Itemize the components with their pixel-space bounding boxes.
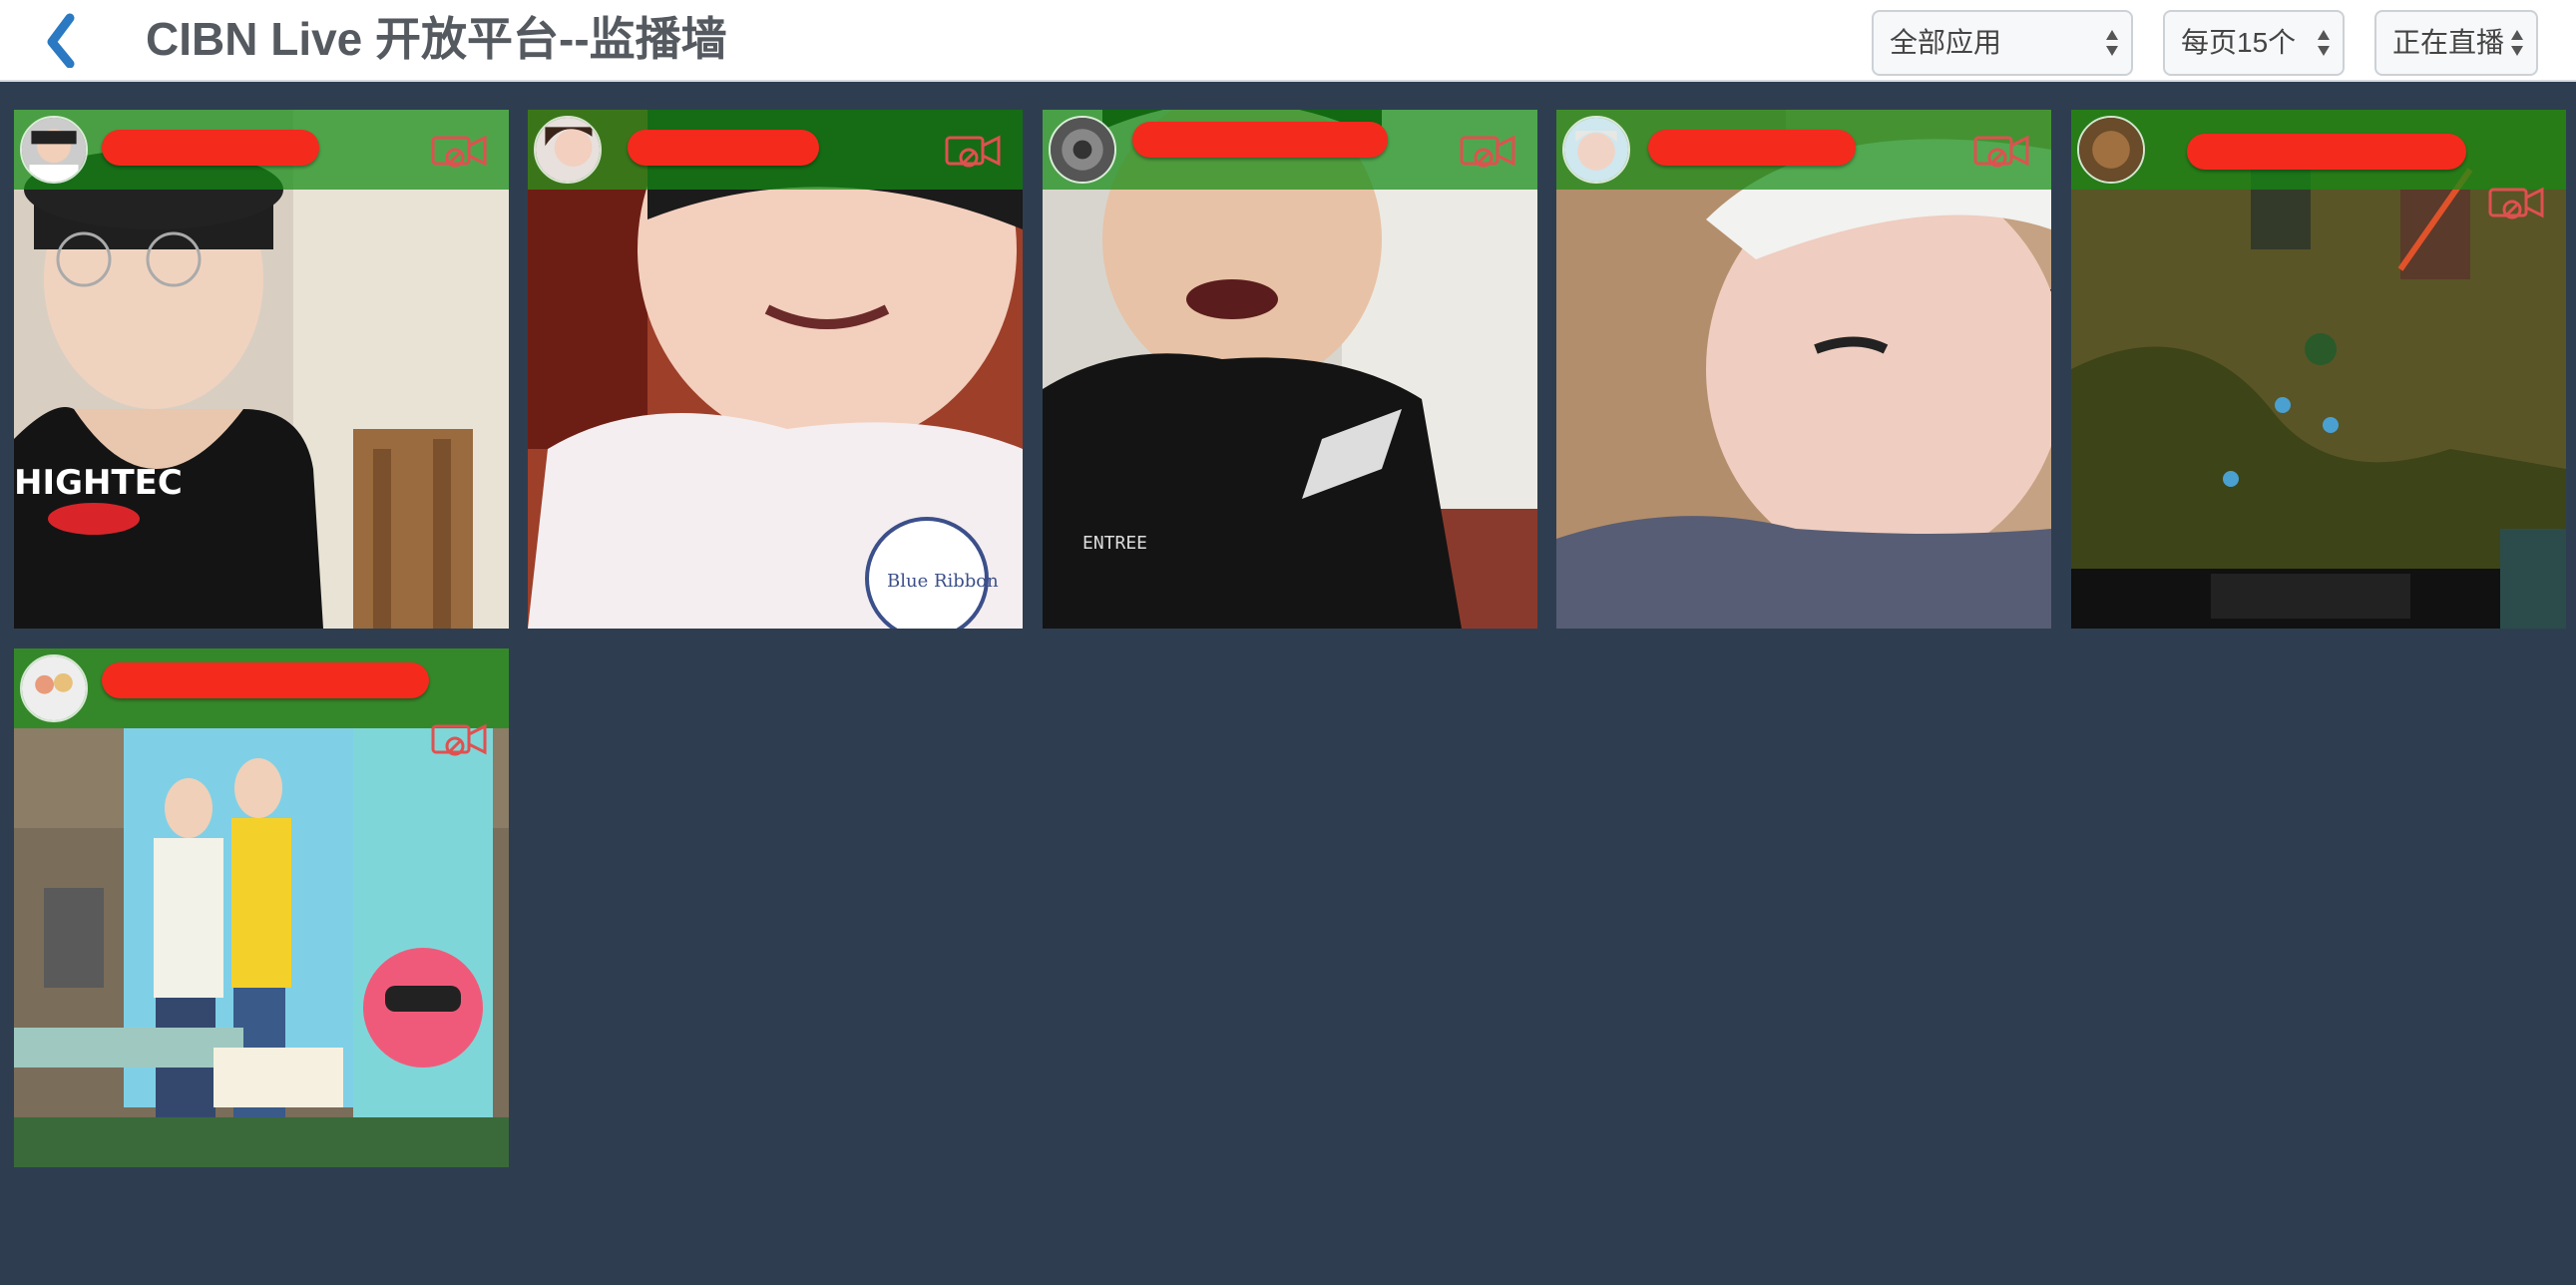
page-title: CIBN Live 开放平台--监播墙 <box>146 13 727 65</box>
select-arrows-icon <box>2106 30 2118 56</box>
back-arrow-icon[interactable] <box>40 8 80 68</box>
page-size-select[interactable]: 每页15个 <box>2163 10 2345 76</box>
select-arrows-icon <box>2511 30 2523 56</box>
svg-text:HIGHTEC: HIGHTEC <box>14 463 183 503</box>
streamer-avatar <box>2077 116 2145 184</box>
name-redaction <box>2187 134 2466 170</box>
streamer-avatar <box>20 654 88 722</box>
streamer-avatar <box>1049 116 1116 184</box>
stream-tile[interactable]: ENTREE <box>1043 110 1537 629</box>
status-value: 正在直播 <box>2392 27 2505 58</box>
name-redaction <box>1648 130 1856 166</box>
stream-tile[interactable]: Blue Ribbon <box>528 110 1023 629</box>
streamer-avatar <box>1562 116 1630 184</box>
top-bar: CIBN Live 开放平台--监播墙 全部应用 每页15个 正在直播 <box>0 0 2576 82</box>
stream-tile[interactable] <box>1556 110 2051 629</box>
app-filter-select[interactable]: 全部应用 <box>1872 10 2133 76</box>
status-select[interactable]: 正在直播 <box>2374 10 2538 76</box>
svg-text:Blue Ribbon: Blue Ribbon <box>887 571 999 592</box>
stream-tile[interactable] <box>14 648 509 1167</box>
name-redaction <box>102 662 429 698</box>
camera-off-icon[interactable] <box>945 130 1001 170</box>
stream-tile[interactable]: HIGHTEC <box>14 110 509 629</box>
svg-text:ENTREE: ENTREE <box>1082 533 1147 554</box>
stream-tile[interactable] <box>2071 110 2566 629</box>
select-arrows-icon <box>2318 30 2330 56</box>
app-filter-value: 全部应用 <box>1890 27 2002 58</box>
camera-off-icon[interactable] <box>1460 130 1515 170</box>
camera-off-icon[interactable] <box>1973 130 2029 170</box>
camera-off-icon[interactable] <box>431 130 487 170</box>
name-redaction <box>1132 122 1388 158</box>
streamer-avatar <box>20 116 88 184</box>
name-redaction <box>628 130 819 166</box>
name-redaction <box>102 130 319 166</box>
streamer-avatar <box>534 116 602 184</box>
camera-off-icon[interactable] <box>2488 182 2544 221</box>
page-size-value: 每页15个 <box>2181 27 2297 58</box>
camera-off-icon[interactable] <box>431 718 487 758</box>
